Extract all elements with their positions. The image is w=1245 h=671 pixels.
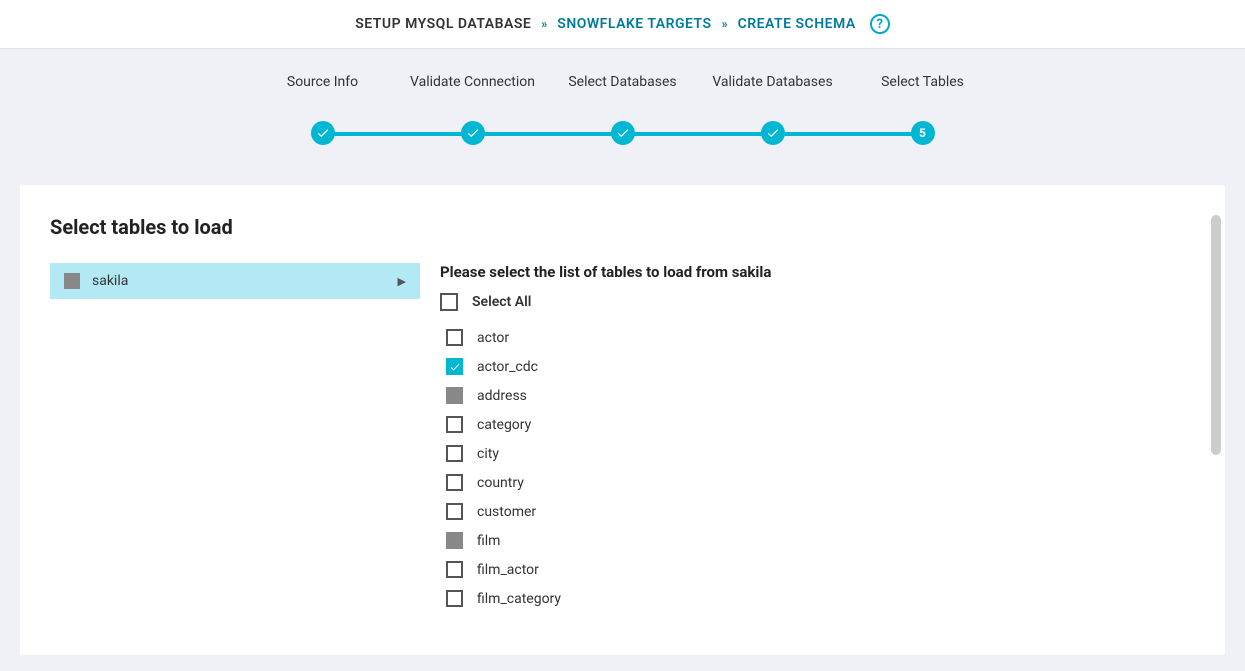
step-source-info: Source Info [248, 73, 398, 145]
checkbox-indeterminate-icon[interactable] [64, 273, 80, 289]
breadcrumb-setup-mysql[interactable]: SETUP MYSQL DATABASE [355, 16, 531, 32]
chevron-right-icon: » [722, 17, 728, 31]
table-prompt: Please select the list of tables to load… [440, 263, 1215, 281]
step-number: 5 [911, 121, 935, 145]
select-tables-card: Select tables to load sakila ▶ Please se… [20, 185, 1225, 655]
checkbox-unchecked-icon[interactable] [446, 590, 463, 607]
progress-stepper: Source Info Validate Connection Select D… [0, 49, 1245, 185]
breadcrumb-snowflake-targets[interactable]: SNOWFLAKE TARGETS [557, 16, 711, 32]
table-row[interactable]: film [446, 532, 1215, 549]
select-all-label: Select All [472, 294, 531, 310]
check-icon [611, 121, 635, 145]
table-name: actor [477, 330, 509, 346]
checkbox-unchecked-icon[interactable] [446, 445, 463, 462]
checkbox-indeterminate-icon[interactable] [446, 532, 463, 549]
table-list: Select All actor actor_cdcaddress category… [440, 293, 1215, 607]
checkbox-unchecked-icon[interactable] [446, 503, 463, 520]
scrollbar[interactable] [1211, 215, 1221, 455]
checkbox-indeterminate-icon[interactable] [446, 387, 463, 404]
breadcrumb: SETUP MYSQL DATABASE » SNOWFLAKE TARGETS… [0, 0, 1245, 49]
table-name: country [477, 475, 524, 491]
table-name: film_category [477, 591, 561, 607]
table-name: city [477, 446, 499, 462]
database-name: sakila [92, 273, 128, 289]
table-name: actor_cdc [477, 359, 538, 375]
table-name: film [477, 533, 500, 549]
checkbox-unchecked-icon[interactable] [440, 293, 458, 311]
checkbox-unchecked-icon[interactable] [446, 474, 463, 491]
table-row[interactable]: customer [446, 503, 1215, 520]
help-icon[interactable]: ? [870, 14, 890, 34]
check-icon [761, 121, 785, 145]
table-row[interactable]: actor_cdc [446, 358, 1215, 375]
database-item-sakila[interactable]: sakila ▶ [50, 263, 420, 299]
caret-right-icon: ▶ [398, 275, 406, 288]
table-panel: Please select the list of tables to load… [440, 263, 1215, 607]
checkbox-unchecked-icon[interactable] [446, 561, 463, 578]
checkbox-unchecked-icon[interactable] [446, 329, 463, 346]
table-row[interactable]: category [446, 416, 1215, 433]
select-all-row[interactable]: Select All [440, 293, 1215, 311]
table-row[interactable]: address [446, 387, 1215, 404]
table-row[interactable]: city [446, 445, 1215, 462]
table-name: category [477, 417, 531, 433]
check-icon [311, 121, 335, 145]
checkbox-unchecked-icon[interactable] [446, 416, 463, 433]
table-row[interactable]: film_actor [446, 561, 1215, 578]
breadcrumb-create-schema[interactable]: CREATE SCHEMA [738, 16, 856, 32]
card-title: Select tables to load [50, 215, 1215, 239]
table-name: film_actor [477, 562, 539, 578]
chevron-right-icon: » [541, 17, 547, 31]
table-name: address [477, 388, 527, 404]
table-name: customer [477, 504, 536, 520]
database-list: sakila ▶ [50, 263, 420, 607]
table-row[interactable]: film_category [446, 590, 1215, 607]
table-row[interactable]: country [446, 474, 1215, 491]
checkbox-checked-icon[interactable] [446, 358, 463, 375]
table-row[interactable]: actor [446, 329, 1215, 346]
check-icon [461, 121, 485, 145]
